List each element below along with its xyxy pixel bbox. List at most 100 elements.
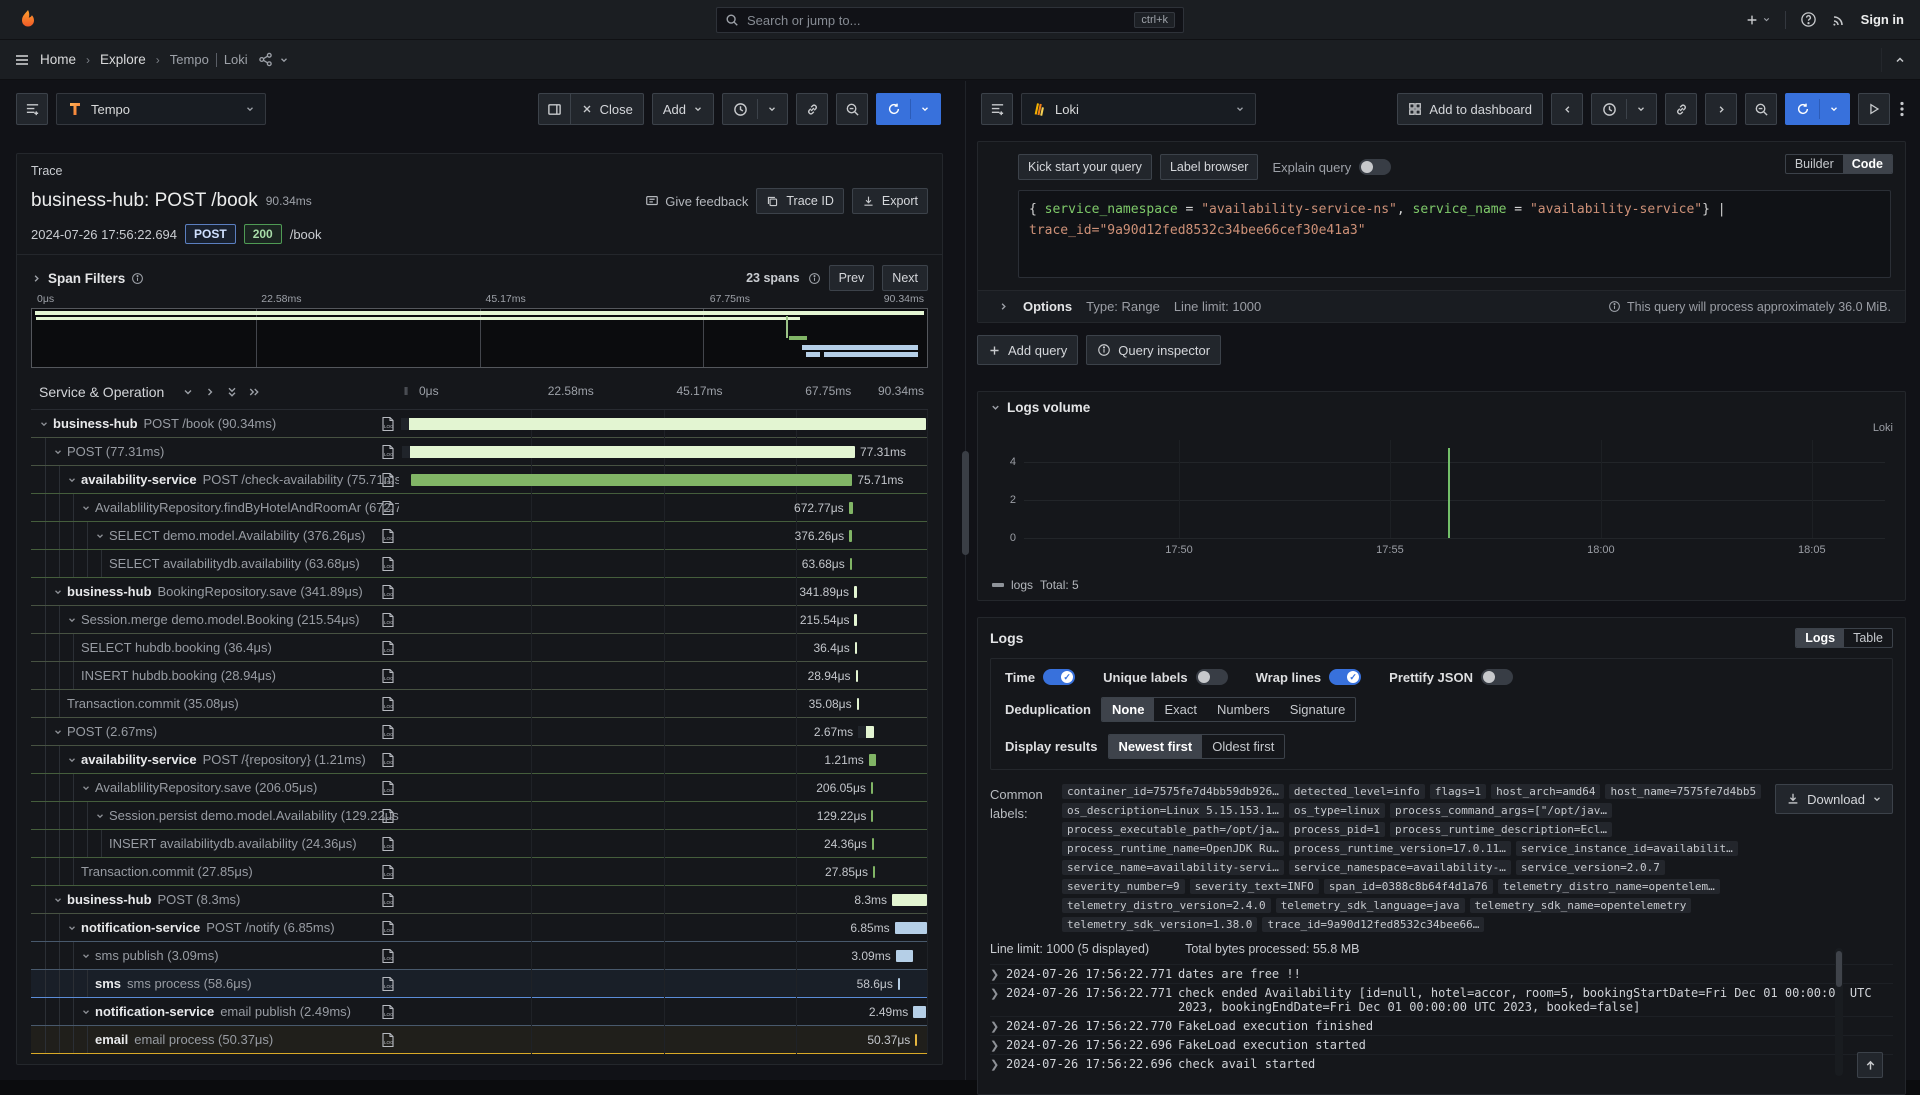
span-name-cell[interactable]: SELECT demo.model.Availability (376.26μs… <box>31 522 399 549</box>
prev-button[interactable]: Prev <box>829 265 875 291</box>
time-shift-back-icon[interactable] <box>1551 93 1583 125</box>
log-file-icon[interactable]: LOG <box>381 584 395 600</box>
expand-all-icon[interactable] <box>248 386 260 398</box>
span-row[interactable]: POST (2.67ms) LOG 2.67ms <box>31 718 928 746</box>
span-row[interactable]: AvailablilityRepository.save (206.05μs) … <box>31 774 928 802</box>
span-name-cell[interactable]: SELECT availabilitydb.availability (63.6… <box>31 550 399 577</box>
span-name-cell[interactable]: business-hub POST /book (90.34ms) LOG <box>31 410 399 437</box>
span-name-cell[interactable]: INSERT hubdb.booking (28.94μs) LOG <box>31 662 399 689</box>
span-timeline-cell[interactable]: 206.05μs <box>399 774 928 801</box>
span-filters-title[interactable]: Span Filters <box>48 271 125 286</box>
log-file-icon[interactable]: LOG <box>381 472 395 488</box>
log-file-icon[interactable]: LOG <box>381 752 395 768</box>
chevron-down-icon[interactable] <box>67 923 77 933</box>
dedup-option-signature[interactable]: Signature <box>1280 698 1356 721</box>
span-row[interactable]: SELECT availabilitydb.availability (63.6… <box>31 550 928 578</box>
span-row[interactable]: sms publish (3.09ms) LOG 3.09ms <box>31 942 928 970</box>
span-bar[interactable] <box>872 838 874 850</box>
log-file-icon[interactable]: LOG <box>381 444 395 460</box>
chevron-down-icon[interactable] <box>53 447 63 457</box>
log-file-icon[interactable]: LOG <box>381 920 395 936</box>
span-row[interactable]: AvailablilityRepository.findByHotelAndRo… <box>31 494 928 522</box>
share-icon[interactable] <box>258 52 273 67</box>
log-row[interactable]: ❯ 2024-07-26 17:56:22.770 FakeLoad execu… <box>990 1016 1893 1035</box>
chevron-down-icon[interactable] <box>53 895 63 905</box>
chevron-down-icon[interactable] <box>67 615 77 625</box>
span-row[interactable]: Transaction.commit (27.85μs) LOG 27.85μs <box>31 858 928 886</box>
span-bar[interactable] <box>854 614 856 626</box>
log-file-icon[interactable]: LOG <box>381 864 395 880</box>
span-row[interactable]: POST (77.31ms) LOG 77.31ms <box>31 438 928 466</box>
chevron-down-icon[interactable] <box>279 55 289 65</box>
span-bar[interactable] <box>873 866 875 878</box>
run-query-refresh-button[interactable] <box>1785 93 1850 125</box>
column-resize-handle[interactable]: ‖ <box>399 386 413 398</box>
expand-log-icon[interactable]: ❯ <box>990 967 1006 981</box>
log-file-icon[interactable]: LOG <box>381 780 395 796</box>
expand-log-icon[interactable]: ❯ <box>990 986 1006 1014</box>
log-row[interactable]: ❯ 2024-07-26 17:56:22.771 check ended Av… <box>990 983 1893 1016</box>
span-timeline-cell[interactable] <box>399 410 928 437</box>
span-timeline-cell[interactable]: 24.36μs <box>399 830 928 857</box>
kebab-menu-icon[interactable] <box>1898 101 1906 117</box>
span-bar[interactable] <box>869 754 876 766</box>
chevron-right-icon[interactable] <box>31 273 42 284</box>
span-name-cell[interactable]: POST (2.67ms) LOG <box>31 718 399 745</box>
span-row[interactable]: business-hub POST /book (90.34ms) LOG <box>31 410 928 438</box>
span-bar[interactable] <box>871 782 873 794</box>
grafana-logo-icon[interactable] <box>16 8 40 32</box>
chevron-down-icon[interactable] <box>81 951 91 961</box>
chevron-down-icon[interactable] <box>81 503 91 513</box>
span-timeline-cell[interactable]: 77.31ms <box>399 438 928 465</box>
chevron-down-icon[interactable] <box>81 783 91 793</box>
span-name-cell[interactable]: SELECT hubdb.booking (36.4μs) LOG <box>31 634 399 661</box>
add-dropdown-button[interactable]: Add <box>652 93 714 125</box>
span-bar[interactable] <box>411 474 852 486</box>
link-icon[interactable] <box>1665 93 1697 125</box>
scroll-to-top-button[interactable] <box>1857 1052 1883 1078</box>
log-row[interactable]: ❯ 2024-07-26 17:56:22.696 FakeLoad execu… <box>990 1035 1893 1054</box>
export-button[interactable]: Export <box>852 188 928 214</box>
view-option-table[interactable]: Table <box>1844 629 1892 647</box>
tempo-datasource-picker[interactable]: Tempo <box>56 93 266 125</box>
loki-datasource-picker[interactable]: Loki <box>1021 93 1256 125</box>
time-shift-forward-icon[interactable] <box>1705 93 1737 125</box>
log-file-icon[interactable]: LOG <box>381 724 395 740</box>
dedup-option-exact[interactable]: Exact <box>1154 698 1207 721</box>
label-browser-button[interactable]: Label browser <box>1160 154 1259 180</box>
span-name-cell[interactable]: sms sms process (58.6μs) LOG <box>31 970 399 997</box>
span-name-cell[interactable]: availability-service POST /check-availab… <box>31 466 399 493</box>
log-row[interactable]: ❯ 2024-07-26 17:56:22.771 dates are free… <box>990 964 1893 983</box>
span-row[interactable]: notification-service POST /notify (6.85m… <box>31 914 928 942</box>
span-name-cell[interactable]: notification-service POST /notify (6.85m… <box>31 914 399 941</box>
display-option-newest-first[interactable]: Newest first <box>1109 735 1203 758</box>
collapse-all-icon[interactable] <box>226 386 238 398</box>
span-timeline-cell[interactable]: 63.68μs <box>399 550 928 577</box>
chevron-down-icon[interactable] <box>53 587 63 597</box>
log-file-icon[interactable]: LOG <box>381 556 395 572</box>
span-row[interactable]: Session.persist demo.model.Availability … <box>31 802 928 830</box>
span-bar[interactable] <box>892 894 927 906</box>
span-name-cell[interactable]: availability-service POST /{repository} … <box>31 746 399 773</box>
span-timeline-cell[interactable]: 672.77μs <box>399 494 928 521</box>
log-file-icon[interactable]: LOG <box>381 640 395 656</box>
chevron-down-icon[interactable] <box>39 419 49 429</box>
span-bar[interactable] <box>915 1034 917 1046</box>
span-bar[interactable] <box>401 418 927 430</box>
log-file-icon[interactable]: LOG <box>381 976 395 992</box>
span-name-cell[interactable]: Transaction.commit (27.85μs) LOG <box>31 858 399 885</box>
span-name-cell[interactable]: INSERT availabilitydb.availability (24.3… <box>31 830 399 857</box>
news-rss-icon[interactable] <box>1831 12 1847 28</box>
unique-labels-toggle[interactable] <box>1196 669 1228 685</box>
span-name-cell[interactable]: Transaction.commit (35.08μs) LOG <box>31 690 399 717</box>
span-name-cell[interactable]: business-hub POST (8.3ms) LOG <box>31 886 399 913</box>
wrap-lines-toggle[interactable]: ✓ <box>1329 669 1361 685</box>
span-bar[interactable] <box>849 502 854 514</box>
time-picker-button[interactable] <box>722 93 788 125</box>
query-inspector-button[interactable]: Query inspector <box>1086 335 1221 365</box>
log-file-icon[interactable]: LOG <box>381 1004 395 1020</box>
view-option-logs[interactable]: Logs <box>1796 629 1844 647</box>
next-button[interactable]: Next <box>882 265 928 291</box>
span-row[interactable]: SELECT hubdb.booking (36.4μs) LOG 36.4μs <box>31 634 928 662</box>
span-name-cell[interactable]: sms publish (3.09ms) LOG <box>31 942 399 969</box>
